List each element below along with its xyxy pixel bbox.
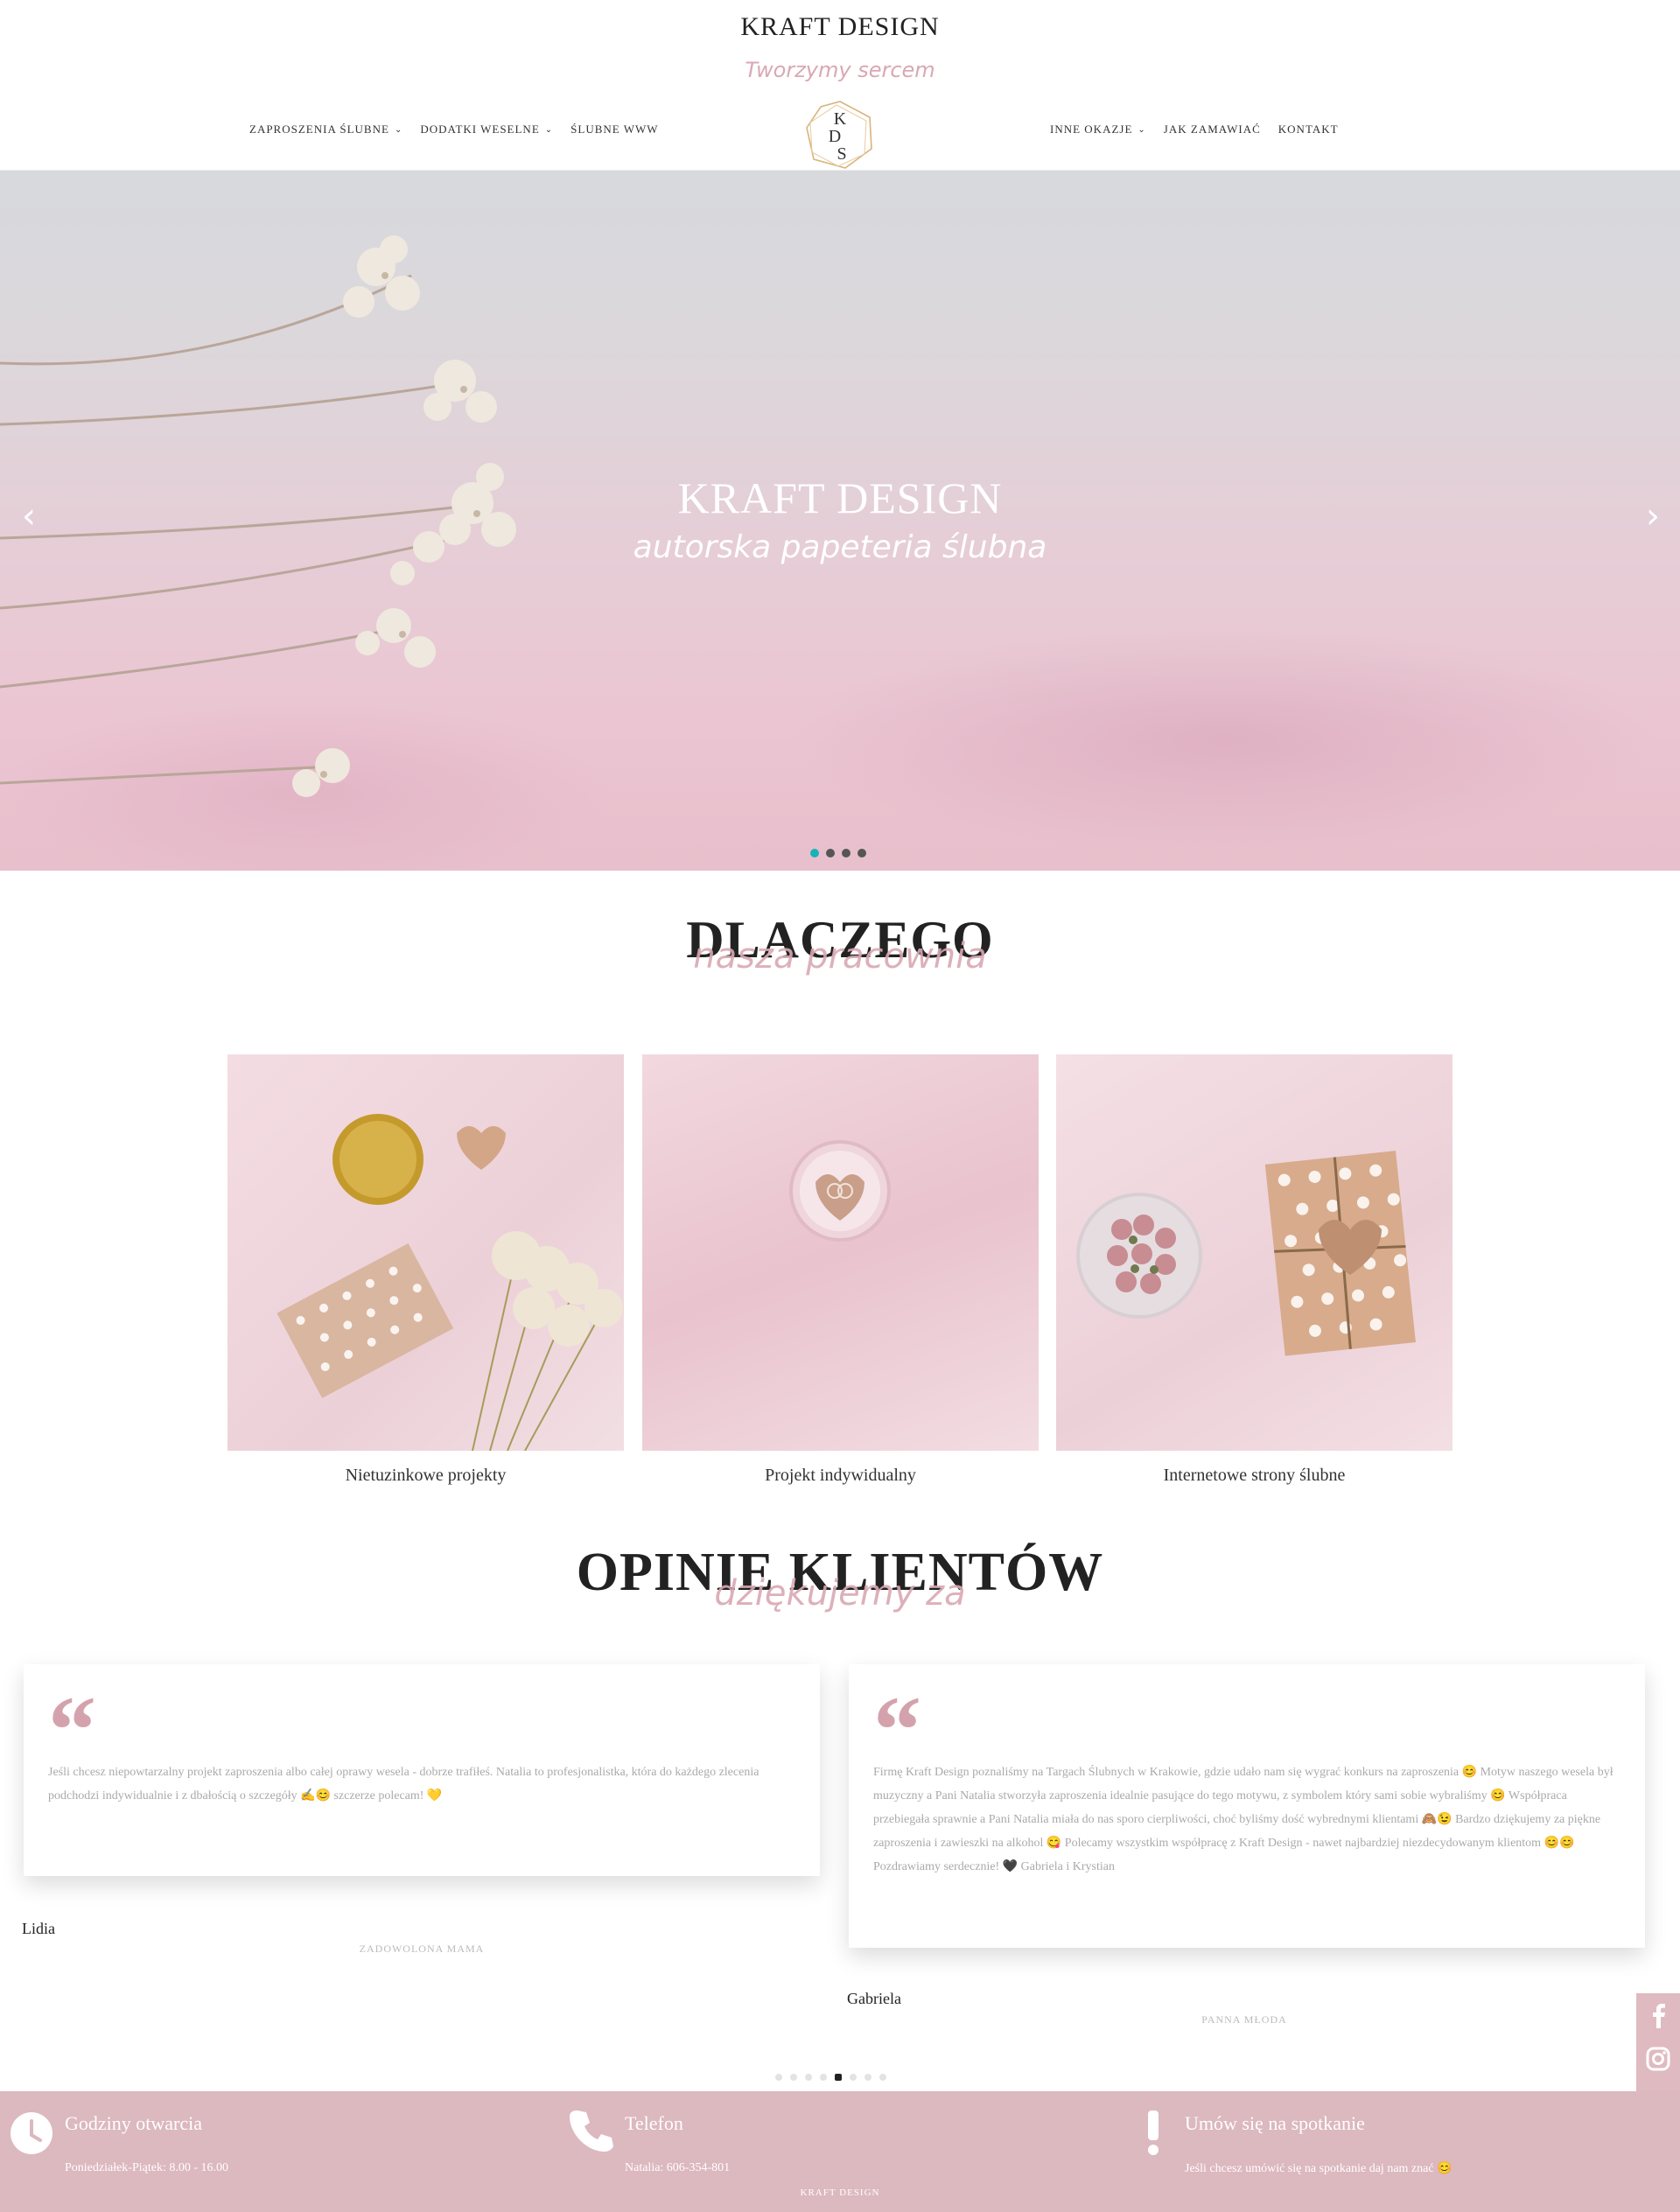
nav-item-zaproszenia[interactable]: ZAPROSZENIA ŚLUBNE ⌄ (249, 122, 402, 136)
nav-item-label: INNE OKAZJE (1050, 122, 1133, 136)
footer-title: Telefon (625, 2112, 683, 2134)
svg-text:K: K (834, 109, 847, 129)
nav-item-label: ZAPROSZENIA ŚLUBNE (249, 122, 389, 136)
brand-tagline: Tworzymy sercem (745, 58, 935, 82)
testimonial-dots (775, 2074, 886, 2081)
testimonial-text: Firmę Kraft Design poznaliśmy na Targach… (873, 1766, 1614, 1873)
facebook-icon[interactable] (1636, 1993, 1680, 2037)
feature-image-roses-gift (1056, 1054, 1452, 1451)
footer-title: Godziny otwarcia (65, 2112, 202, 2134)
exclamation-icon (1148, 2110, 1158, 2155)
nav-item-dodatki[interactable]: DODATKI WESELNE ⌄ (420, 122, 553, 136)
slider-dot[interactable] (810, 849, 819, 858)
feature-label: Nietuzinkowe projekty (345, 1466, 507, 1485)
slider-dot[interactable] (858, 849, 866, 858)
testimonial-dot[interactable] (864, 2074, 872, 2081)
testimonial-dot[interactable] (820, 2074, 827, 2081)
feature-image-seal (642, 1054, 1039, 1451)
testimonial-dot[interactable] (879, 2074, 886, 2081)
slider-prev-icon[interactable]: ‹ (16, 499, 42, 534)
section-script-reviews: dziękujemy za (714, 1573, 966, 1614)
testimonial-text: Jeśli chcesz niepowtarzalny projekt zapr… (48, 1766, 760, 1802)
testimonial-card: “ Jeśli chcesz niepowtarzalny projekt za… (24, 1664, 820, 1876)
footer-copyright: KRAFT DESIGN (800, 2188, 880, 2198)
slider-dot[interactable] (842, 849, 850, 858)
feature-label: Internetowe strony ślubne (1163, 1466, 1346, 1485)
feature-card[interactable]: Projekt indywidualny (642, 1054, 1039, 1486)
nav-item-kontakt[interactable]: KONTAKT (1278, 122, 1339, 136)
footer-text: Poniedziałek-Piątek: 8.00 - 16.00 (65, 2161, 229, 2174)
nav-item-label: ŚLUBNE WWW (570, 122, 659, 136)
chevron-down-icon: ⌄ (544, 124, 554, 135)
nav-left: ZAPROSZENIA ŚLUBNE ⌄ DODATKI WESELNE ⌄ Ś… (249, 122, 659, 136)
svg-text:D: D (829, 127, 841, 146)
feature-card[interactable]: Internetowe strony ślubne (1056, 1054, 1452, 1486)
footer-text: Jeśli chcesz umówić się na spotkanie daj… (1185, 2162, 1452, 2175)
footer-title: Umów się na spotkanie (1185, 2112, 1365, 2134)
svg-text:S: S (836, 144, 846, 164)
site-footer: Godziny otwarcia Poniedziałek-Piątek: 8.… (0, 2091, 1680, 2212)
instagram-icon[interactable] (1636, 2037, 1680, 2081)
chevron-down-icon: ⌄ (1138, 124, 1146, 135)
testimonial-dot[interactable] (850, 2074, 857, 2081)
feature-image-gifts (228, 1054, 624, 1451)
testimonial-card: “ Firmę Kraft Design poznaliśmy na Targa… (849, 1664, 1645, 1948)
hero-subtitle: autorska papeteria ślubna (633, 529, 1047, 565)
nav-item-label: KONTAKT (1278, 122, 1339, 136)
hero-slider: KRAFT DESIGN autorska papeteria ślubna ‹… (0, 171, 1680, 871)
footer-text[interactable]: Natalia: 606-354-801 (625, 2161, 730, 2175)
hero-title: KRAFT DESIGN (677, 473, 1003, 522)
testimonial-dot[interactable] (805, 2074, 812, 2081)
nav-item-label: JAK ZAMAWIAĆ (1163, 122, 1261, 136)
slider-dot[interactable] (826, 849, 835, 858)
phone-icon (570, 2110, 613, 2152)
testimonial-dot[interactable] (790, 2074, 797, 2081)
feature-label: Projekt indywidualny (765, 1466, 916, 1485)
section-script-why: nasza pracownia (693, 936, 987, 976)
nav-item-label: DODATKI WESELNE (420, 122, 540, 136)
logo-emblem[interactable]: K D S (802, 98, 878, 172)
testimonial-name: Gabriela (847, 1990, 901, 2007)
testimonial-dot[interactable] (775, 2074, 782, 2081)
clock-icon (10, 2112, 52, 2154)
feature-card[interactable]: Nietuzinkowe projekty (228, 1054, 624, 1486)
nav-item-inne-okazje[interactable]: INNE OKAZJE ⌄ (1050, 122, 1146, 136)
slider-dots (810, 849, 866, 858)
nav-item-slubne-www[interactable]: ŚLUBNE WWW (570, 122, 658, 136)
testimonial-role: ZADOWOLONA MAMA (359, 1942, 485, 1955)
testimonial-name: Lidia (22, 1920, 55, 1937)
hero-marble-texture (788, 626, 1662, 853)
testimonial-dot[interactable] (835, 2074, 842, 2081)
chevron-down-icon: ⌄ (394, 124, 403, 135)
brand-title[interactable]: KRAFT DESIGN (0, 12, 1680, 42)
nav-item-jak-zamawiac[interactable]: JAK ZAMAWIAĆ (1164, 122, 1261, 136)
testimonial-role: PANNA MŁODA (1201, 2013, 1287, 2026)
site-header: KRAFT DESIGN Tworzymy sercem ZAPROSZENIA… (0, 0, 1680, 171)
slider-next-icon[interactable]: › (1640, 499, 1666, 534)
nav-right: INNE OKAZJE ⌄ JAK ZAMAWIAĆ KONTAKT (1050, 122, 1339, 136)
